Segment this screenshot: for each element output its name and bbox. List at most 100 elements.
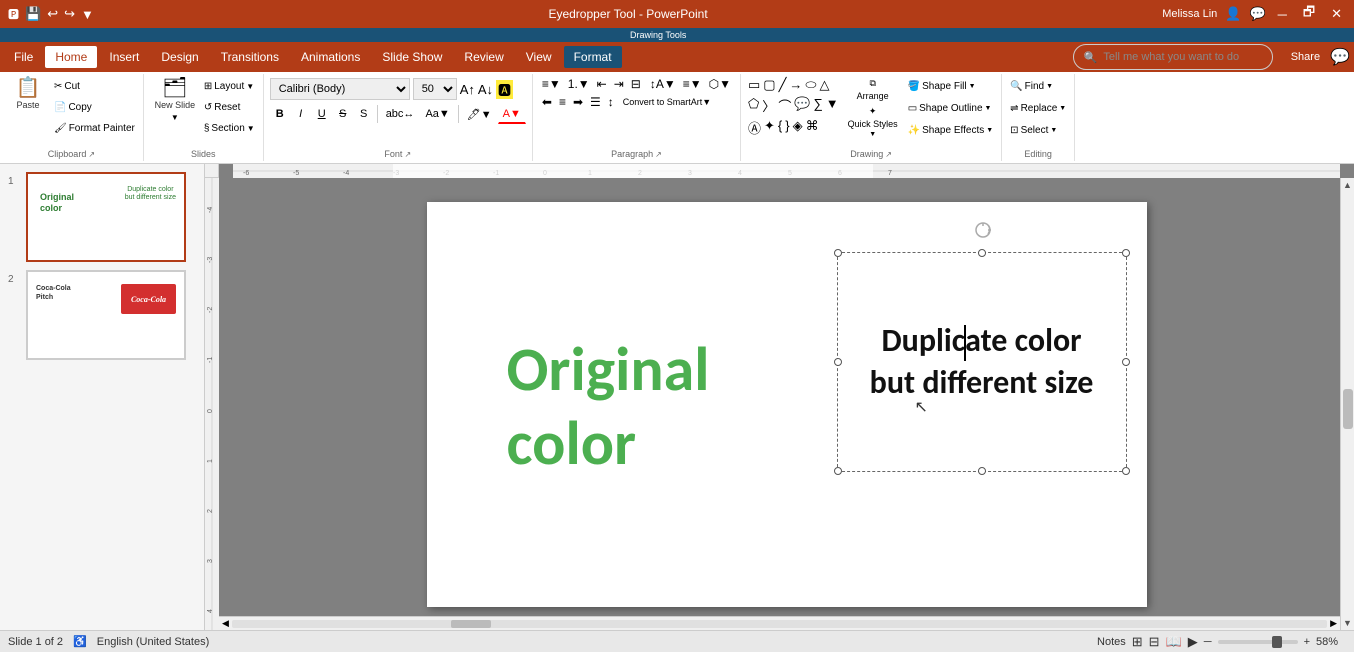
customize-icon[interactable]: ▼	[81, 7, 94, 22]
replace-button[interactable]: ⇌ Replace ▼	[1008, 98, 1068, 118]
zoom-minus[interactable]: ─	[1204, 636, 1212, 648]
slide-thumbnail-1[interactable]: 1 Originalcolor Duplicate colorbut diffe…	[8, 172, 196, 262]
selected-text-box[interactable]: Duplicate colorbut different size	[837, 252, 1127, 472]
drawing-expand-icon[interactable]: ↗	[885, 150, 892, 159]
copy-button[interactable]: 📄 Copy	[52, 97, 137, 117]
comments-icon[interactable]: 💬	[1249, 6, 1265, 22]
menu-transitions[interactable]: Transitions	[211, 46, 289, 68]
zoom-slider-thumb[interactable]	[1272, 636, 1282, 648]
align-left-button[interactable]: ⬅	[539, 94, 555, 110]
zoom-level[interactable]: 58%	[1316, 636, 1346, 648]
arrange-button[interactable]: ⧉ Arrange	[844, 76, 902, 103]
font-name-selector[interactable]: Calibri (Body)	[270, 78, 410, 100]
slide-image-1[interactable]: Originalcolor Duplicate colorbut differe…	[26, 172, 186, 262]
notes-button[interactable]: Notes	[1097, 636, 1126, 648]
line-spacing-button[interactable]: ↕	[605, 94, 617, 110]
zoom-plus[interactable]: +	[1304, 636, 1310, 648]
clear-formatting-button[interactable]: 🅰	[496, 80, 513, 99]
shape-star4[interactable]: ✦	[763, 117, 776, 138]
section-button[interactable]: § Section ▼	[202, 118, 257, 138]
menu-view[interactable]: View	[516, 46, 562, 68]
zoom-slider[interactable]	[1218, 640, 1298, 644]
shape-callout[interactable]: 💬	[793, 95, 811, 116]
paragraph-expand-icon[interactable]: ↗	[655, 150, 662, 159]
scroll-thumb-vertical[interactable]	[1343, 389, 1353, 429]
view-reading-button[interactable]: 📖	[1166, 634, 1182, 650]
bold-button[interactable]: B	[270, 104, 290, 124]
change-case-button[interactable]: Aa▼	[420, 104, 454, 124]
quick-styles-button[interactable]: ✦ Quick Styles ▼	[844, 104, 902, 140]
format-painter-button[interactable]: 🖌 Format Painter	[52, 118, 137, 138]
scroll-up-button[interactable]: ▲	[1341, 178, 1354, 192]
view-normal-button[interactable]: ⊞	[1132, 634, 1143, 650]
shape-custom1[interactable]: ◈	[792, 117, 804, 138]
shape-line[interactable]: ╱	[778, 76, 788, 94]
menu-home[interactable]: Home	[45, 46, 97, 68]
view-presenter-button[interactable]: ▶	[1188, 634, 1198, 650]
shape-chevron[interactable]: 〉	[761, 95, 776, 116]
cut-button[interactable]: ✂ Cut	[52, 76, 137, 96]
new-slide-button[interactable]: 🗂 New Slide ▼	[150, 76, 200, 124]
menu-review[interactable]: Review	[454, 46, 513, 68]
quick-save-icon[interactable]: 💾	[25, 6, 41, 22]
shape-arrow[interactable]: →	[788, 76, 803, 94]
close-button[interactable]: ✕	[1327, 6, 1346, 22]
right-scrollbar[interactable]: ▲ ▼	[1340, 178, 1354, 630]
view-slidesorter-button[interactable]: ⊟	[1149, 634, 1160, 650]
shape-effects-button[interactable]: ✨ Shape Effects ▼	[906, 120, 995, 140]
clipboard-expand-icon[interactable]: ↗	[88, 150, 95, 159]
scroll-thumb-horizontal[interactable]	[451, 620, 491, 628]
spacing-button[interactable]: abc↔	[381, 104, 420, 124]
align-right-button[interactable]: ➡	[570, 94, 586, 110]
menu-insert[interactable]: Insert	[99, 46, 149, 68]
shape-custom2[interactable]: ⌘	[805, 117, 820, 138]
reset-button[interactable]: ↺ Reset	[202, 97, 257, 117]
smartart-button[interactable]: ⬡▼	[706, 76, 734, 92]
original-color-text[interactable]: Original color	[507, 332, 710, 481]
underline-button[interactable]: U	[312, 104, 332, 124]
scroll-right-button[interactable]: ▶	[1327, 618, 1340, 629]
shape-triangle[interactable]: △	[819, 76, 831, 94]
menu-format[interactable]: Format	[564, 46, 622, 68]
numbered-list-button[interactable]: 1.▼	[565, 76, 593, 92]
share-button[interactable]: Share	[1291, 51, 1320, 63]
strikethrough-button[interactable]: S	[333, 104, 353, 124]
accessibility-icon[interactable]: ♿	[73, 635, 87, 648]
font-color-button[interactable]: A▼	[498, 104, 526, 124]
paste-button[interactable]: 📋 Paste	[6, 76, 50, 113]
restore-button[interactable]: 🗗	[1299, 3, 1319, 25]
select-button[interactable]: ⊡ Select ▼	[1008, 120, 1068, 140]
menu-animations[interactable]: Animations	[291, 46, 370, 68]
shape-textbox[interactable]: Ⓐ	[747, 117, 762, 138]
shape-oval[interactable]: ⬭	[804, 76, 817, 94]
shape-rect[interactable]: ▭	[747, 76, 761, 94]
slide-thumbnail-2[interactable]: 2 Coca-ColaPitch Coca-Cola	[8, 270, 196, 360]
slide-image-2[interactable]: Coca-ColaPitch Coca-Cola	[26, 270, 186, 360]
font-expand-icon[interactable]: ↗	[404, 150, 411, 159]
text-direction-button[interactable]: ↕A▼	[647, 76, 679, 92]
bottom-scrollbar[interactable]: ◀ ▶	[219, 616, 1340, 630]
shape-pentagon[interactable]: ⬠	[747, 95, 760, 116]
decrease-indent-button[interactable]: ⇤	[594, 76, 610, 92]
share-icon[interactable]: 👤	[1225, 6, 1241, 22]
minimize-button[interactable]: ─	[1274, 7, 1291, 22]
align-center-button[interactable]: ≡	[556, 94, 569, 110]
convert-smartart-button[interactable]: Convert to SmartArt▼	[620, 96, 714, 108]
new-slide-dropdown[interactable]: ▼	[171, 113, 179, 122]
shape-equation[interactable]: ∑	[813, 95, 824, 116]
shape-bracketclose[interactable]: }	[784, 117, 790, 138]
shape-bracketopen[interactable]: {	[777, 117, 783, 138]
rotate-handle[interactable]	[974, 221, 990, 237]
shape-fill-button[interactable]: 🪣 Shape Fill ▼	[906, 76, 995, 96]
scroll-down-button[interactable]: ▼	[1341, 616, 1354, 630]
quick-redo-icon[interactable]: ↪	[64, 6, 75, 22]
bullet-list-button[interactable]: ≡▼	[539, 76, 564, 92]
menu-file[interactable]: File	[4, 46, 43, 68]
shadow-button[interactable]: S	[354, 104, 374, 124]
justify-button[interactable]: ☰	[587, 94, 604, 110]
highlight-button[interactable]: 🖊▼	[462, 104, 497, 124]
menu-slideshow[interactable]: Slide Show	[372, 46, 452, 68]
layout-button[interactable]: ⊞ Layout ▼	[202, 76, 257, 96]
shape-arc[interactable]: ⌒	[777, 95, 792, 116]
shape-rounded-rect[interactable]: ▢	[762, 76, 776, 94]
